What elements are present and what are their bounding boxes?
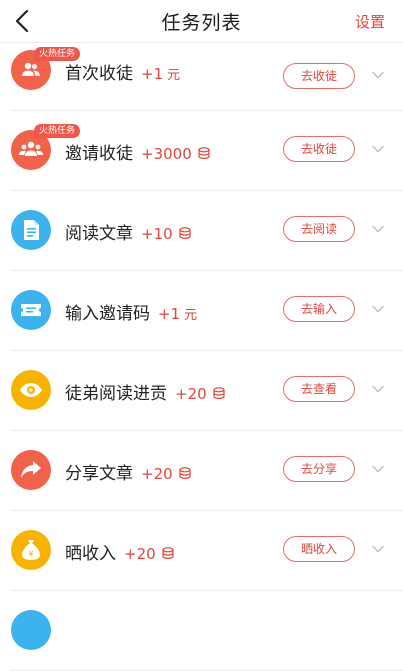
share-icon [11,450,51,490]
task-action-button[interactable]: 去输入 [283,296,355,322]
task-name-line: 输入邀请码 +1 元 [65,299,197,324]
hot-task-badge: 火热任务 [34,124,81,138]
task-action-button[interactable]: 去阅读 [283,216,355,242]
coin-icon [198,147,210,160]
task-row[interactable]: 火热任务首次收徒 +1 元 去收徒 [0,42,403,111]
task-list: 火热任务 首次收徒 +1 元去收徒 火热任务 邀请收徒 +3000 去收徒 阅读文章 +10 去阅读… [0,42,403,671]
page-title: 任务列表 [161,12,242,34]
task-reward: +20 [124,545,156,563]
task-action-button[interactable]: 去收徒 [283,63,355,89]
task-reward: +1 [141,65,164,83]
chevron-down-icon[interactable] [371,382,385,396]
task-name: 阅读文章 [65,224,133,244]
reward-unit: 元 [167,68,181,83]
task-row[interactable]: 分享文章 +20 去分享 [0,431,403,511]
coin-icon [213,387,225,400]
task-name-line: 分享文章 +20 [65,459,191,484]
task-reward: +10 [141,225,173,243]
task-reward: +20 [175,385,207,403]
chevron-down-icon[interactable] [371,222,385,236]
chevron-down-icon[interactable] [371,142,385,156]
task-row[interactable] [0,591,403,671]
task-row[interactable]: 输入邀请码 +1 元 去输入 [0,271,403,351]
task-action-button[interactable]: 去收徒 [283,136,355,162]
money-bag-icon: ¥ [11,530,51,570]
coin-icon [179,467,191,480]
partial-icon [11,610,51,650]
task-name: 分享文章 [65,464,133,484]
task-name: 晒收入 [65,544,116,564]
task-name-line: 阅读文章 +10 [65,219,191,244]
task-action-button[interactable]: 去分享 [283,456,355,482]
task-row[interactable]: 阅读文章 +10 去阅读 [0,191,403,271]
hot-task-badge: 火热任务 [34,47,81,61]
nav-bar: 任务列表 设置 [0,0,403,43]
chevron-down-icon[interactable] [371,542,385,556]
task-row[interactable]: 徒弟阅读进贡 +20 去查看 [0,351,403,431]
chevron-down-icon[interactable] [371,302,385,316]
task-name-line: 晒收入 +20 [65,539,174,564]
task-action-button[interactable]: 去查看 [283,376,355,402]
chevron-down-icon[interactable] [371,68,385,82]
task-action-button[interactable]: 晒收入 [283,536,355,562]
coin-icon [162,547,174,560]
task-name: 徒弟阅读进贡 [65,384,167,404]
task-name: 首次收徒 [65,64,133,84]
coin-icon [179,227,191,240]
settings-link[interactable]: 设置 [355,11,385,32]
task-row[interactable]: 火热任务邀请收徒 +3000 去收徒 [0,111,403,191]
chevron-down-icon[interactable] [371,462,385,476]
svg-text:¥: ¥ [28,550,33,559]
reward-unit: 元 [184,308,198,323]
ticket-icon [11,290,51,330]
document-icon [11,210,51,250]
task-reward: +1 [158,305,181,323]
task-name: 输入邀请码 [65,304,150,324]
eye-icon [11,370,51,410]
task-name-line: 徒弟阅读进贡 +20 [65,379,225,404]
task-reward: +20 [141,465,173,483]
task-name-line: 首次收徒 +1 元 [65,59,180,84]
task-row[interactable]: ¥ 晒收入 +20 晒收入 [0,511,403,591]
task-name-line: 邀请收徒 +3000 [65,139,210,164]
task-reward: +3000 [141,145,192,163]
task-name: 邀请收徒 [65,144,133,164]
